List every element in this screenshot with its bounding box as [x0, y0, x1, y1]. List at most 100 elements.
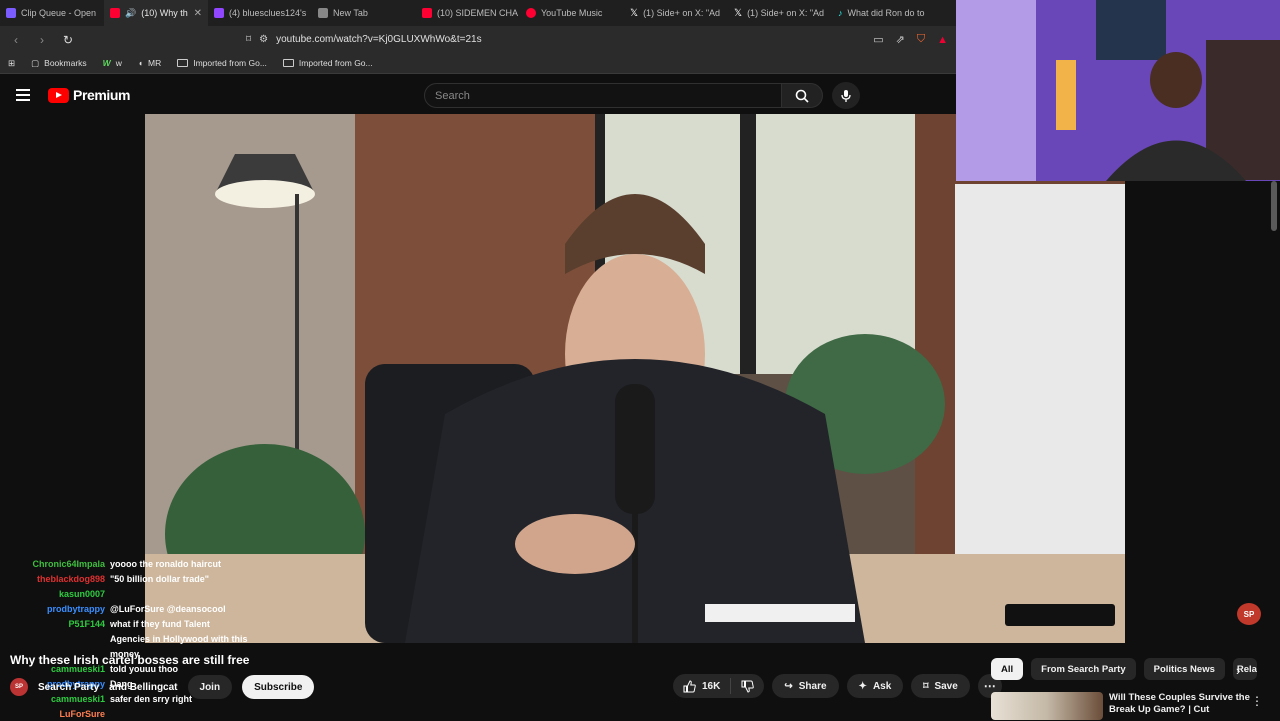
search-button[interactable]	[781, 83, 823, 108]
tab-close-icon[interactable]: ✕	[194, 8, 202, 19]
menu-icon[interactable]	[16, 89, 30, 101]
chip-from-channel[interactable]: From Search Party	[1031, 658, 1136, 680]
mr-icon: ◖	[137, 58, 143, 68]
folder-icon	[282, 59, 294, 67]
youtube-favicon-icon	[422, 8, 432, 18]
back-icon[interactable]: ‹	[8, 33, 24, 47]
ask-button[interactable]: ✦ Ask	[846, 674, 904, 698]
chat-message: P51F144 what if they fund Talent	[10, 616, 310, 631]
share-label: Share	[798, 680, 827, 692]
chat-message: theblackdog898 "50 billion dollar trade"	[10, 571, 310, 586]
bookmark-label: MR	[147, 58, 162, 68]
bookmark-save-icon: ⌑	[923, 680, 929, 692]
tab-new-tab[interactable]: New Tab	[312, 0, 416, 26]
logo-text: Premium	[73, 87, 131, 103]
related-video-title[interactable]: Will These Couples Survive the Break Up …	[1109, 692, 1254, 720]
channel-watermark-badge[interactable]: SP	[1237, 603, 1261, 625]
chat-text: what if they fund Talent	[110, 618, 210, 629]
chip-all[interactable]: All	[991, 658, 1024, 680]
more-horizontal-icon: ⋯	[983, 679, 996, 693]
shield-favicon-icon	[318, 8, 328, 18]
tab-youtube-active[interactable]: 🔊 (10) Why th ✕	[104, 0, 208, 26]
share-button[interactable]: ↪ Share	[772, 674, 839, 698]
bookmark-page-icon[interactable]: ⌑	[246, 34, 251, 45]
forward-icon[interactable]: ›	[34, 33, 50, 47]
dislike-button[interactable]	[731, 680, 764, 693]
chat-text: yoooo the ronaldo haircut	[110, 558, 222, 569]
like-button[interactable]: 16K	[673, 678, 732, 694]
bookmark-label: Imported from Go...	[193, 58, 267, 68]
chat-username: prodbytrappy	[46, 603, 105, 614]
tab-sidemen[interactable]: (10) SIDEMEN CHA	[416, 0, 520, 26]
site-info-icon[interactable]: ⚙	[259, 34, 268, 45]
tab-youtube-music[interactable]: YouTube Music	[520, 0, 624, 26]
url-text[interactable]: youtube.com/watch?v=Kj0GLUXWhWo&t=21s	[276, 34, 481, 45]
chat-text: Agencies in Hollywood with this	[110, 633, 248, 644]
reload-icon[interactable]: ↻	[60, 33, 76, 47]
x-favicon-icon: 𝕏	[630, 7, 639, 19]
youtube-music-favicon-icon	[526, 8, 536, 18]
bookmark-label: Imported from Go...	[298, 58, 373, 68]
sparkle-icon: ✦	[858, 680, 867, 692]
tab-clip-queue[interactable]: Clip Queue - Open	[0, 0, 104, 26]
subscribe-button[interactable]: Subscribe	[242, 675, 315, 699]
bookmark-item[interactable]: ▢ Bookmarks	[31, 58, 87, 69]
tab-twitch[interactable]: (4) bluesclues124's	[208, 0, 312, 26]
channel-row: SP Search Party and Bellingcat Join Subs…	[10, 674, 315, 700]
related-video-thumbnail[interactable]	[991, 692, 1103, 720]
address-bar[interactable]: ⌑ ⚙ youtube.com/watch?v=Kj0GLUXWhWo&t=21…	[246, 29, 482, 51]
voice-search-button[interactable]	[832, 82, 860, 109]
thumbs-up-icon	[683, 679, 696, 692]
tab-x-1[interactable]: 𝕏 (1) Side+ on X: "Ad	[624, 0, 728, 26]
chat-message: LuForSure	[10, 706, 310, 721]
youtube-premium-logo[interactable]: Premium	[48, 87, 131, 103]
w-icon: W	[102, 58, 111, 68]
right-column-background	[1125, 181, 1280, 651]
search-placeholder: Search	[435, 89, 470, 102]
search-input[interactable]: Search	[424, 83, 782, 108]
like-count: 16K	[702, 680, 721, 692]
clip-queue-favicon-icon	[6, 8, 16, 18]
tab-title: (1) Side+ on X: "Ad	[747, 8, 825, 18]
brave-shield-icon[interactable]: ⛉	[917, 33, 925, 46]
chevron-right-icon[interactable]: ›	[1236, 663, 1240, 678]
bookmark-item[interactable]: Imported from Go...	[177, 58, 267, 68]
bookmark-item[interactable]: ◖ MR	[138, 58, 161, 68]
tiktok-favicon-icon: ♪	[838, 8, 843, 18]
apps-grid-icon[interactable]: ⊞	[8, 58, 15, 69]
thumbs-down-icon	[741, 680, 755, 693]
channel-avatar[interactable]: SP	[10, 678, 28, 696]
like-dislike-group: 16K	[673, 674, 765, 698]
chat-message: kasun0007	[10, 586, 310, 601]
cast-icon[interactable]: ▭	[873, 33, 883, 46]
save-button[interactable]: ⌑ Save	[911, 674, 970, 698]
chat-message: Chronic64Impala yoooo the ronaldo haircut	[10, 556, 310, 571]
microphone-icon	[841, 89, 851, 102]
tab-title: New Tab	[333, 8, 368, 18]
tab-x-2[interactable]: 𝕏 (1) Side+ on X: "Ad	[728, 0, 832, 26]
channel-collab-name[interactable]: and Bellingcat	[109, 682, 177, 693]
channel-name[interactable]: Search Party	[38, 682, 99, 693]
youtube-header: Premium Search	[0, 76, 956, 114]
speaker-icon[interactable]: 🔊	[125, 8, 136, 19]
chat-username: LuForSure	[59, 708, 105, 719]
chip-politics-news[interactable]: Politics News	[1143, 658, 1225, 680]
related-video-item[interactable]: Will These Couples Survive the Break Up …	[991, 692, 1254, 720]
chat-text: "50 billion dollar trade"	[110, 573, 210, 584]
tab-title: Clip Queue - Open	[21, 8, 97, 18]
chat-username: Chronic64Impala	[32, 558, 105, 569]
bookmark-label: Bookmarks	[44, 58, 87, 68]
more-vertical-icon[interactable]: ⋮	[1251, 694, 1263, 708]
tab-title: (10) Why th	[141, 8, 188, 18]
bookmark-label: w	[115, 58, 122, 68]
chat-message-continuation: Agencies in Hollywood with this	[10, 631, 310, 646]
chat-username: kasun0007	[58, 588, 105, 599]
bookmark-item[interactable]: Ww	[103, 58, 122, 68]
brave-rewards-icon[interactable]: ▲	[937, 34, 948, 46]
share-page-icon[interactable]: ⇗	[896, 33, 905, 46]
tab-tiktok[interactable]: ♪ What did Ron do to	[832, 0, 936, 26]
bookmark-item[interactable]: Imported from Go...	[282, 58, 373, 68]
tab-title: (10) SIDEMEN CHA	[437, 8, 519, 18]
join-button[interactable]: Join	[187, 675, 233, 699]
scrollbar-thumb[interactable]	[1271, 181, 1277, 231]
